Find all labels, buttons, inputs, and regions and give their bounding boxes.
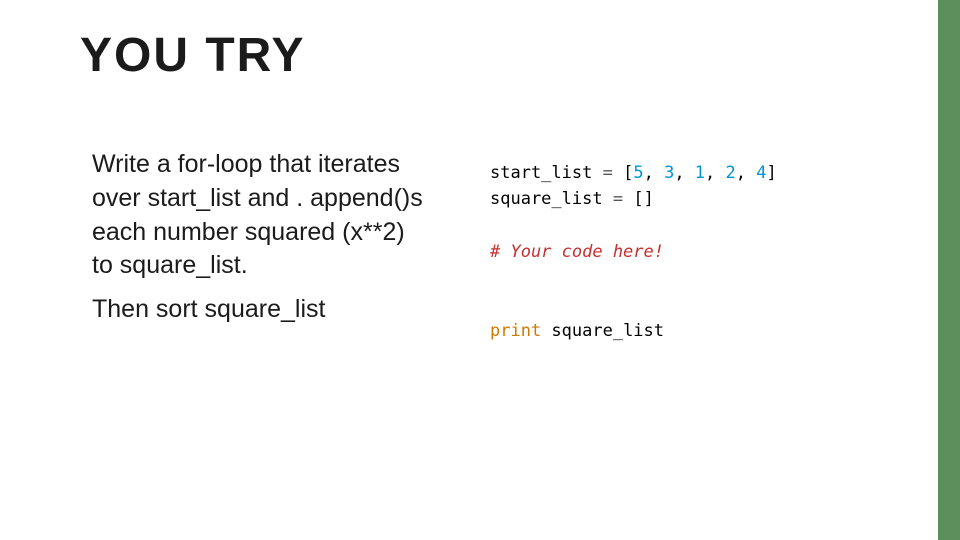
slide: YOU TRY Write a for-loop that iterates o… [0, 0, 960, 540]
code-blank-line [490, 213, 900, 239]
code-operator: = [603, 189, 634, 209]
code-bracket: [ [623, 163, 633, 183]
code-line-2: square_list = [] [490, 186, 900, 212]
code-bracket: ] [767, 163, 777, 183]
code-bracket: [ [633, 189, 643, 209]
slide-title: YOU TRY [80, 28, 306, 83]
code-identifier: start_list [490, 163, 592, 183]
code-number: 3 [664, 163, 674, 183]
code-number: 2 [726, 163, 736, 183]
code-print-line: print square_list [490, 318, 900, 344]
code-blank-line [490, 292, 900, 318]
code-number: 1 [695, 163, 705, 183]
code-number: 5 [633, 163, 643, 183]
code-line-1: start_list = [5, 3, 1, 2, 4] [490, 160, 900, 186]
code-snippet: start_list = [5, 3, 1, 2, 4] square_list… [490, 160, 900, 344]
code-identifier: square_list [490, 189, 603, 209]
code-blank-line [490, 265, 900, 291]
accent-bar [938, 0, 960, 540]
code-number: 4 [756, 163, 766, 183]
code-comment: # Your code here! [490, 239, 900, 265]
body-paragraph-1: Write a for-loop that iterates over star… [92, 148, 432, 283]
body-paragraph-2: Then sort square_list [92, 293, 432, 327]
code-operator: = [592, 163, 623, 183]
slide-body: Write a for-loop that iterates over star… [92, 148, 432, 337]
code-keyword: print [490, 321, 541, 341]
code-bracket: ] [644, 189, 654, 209]
code-identifier: square_list [541, 321, 664, 341]
